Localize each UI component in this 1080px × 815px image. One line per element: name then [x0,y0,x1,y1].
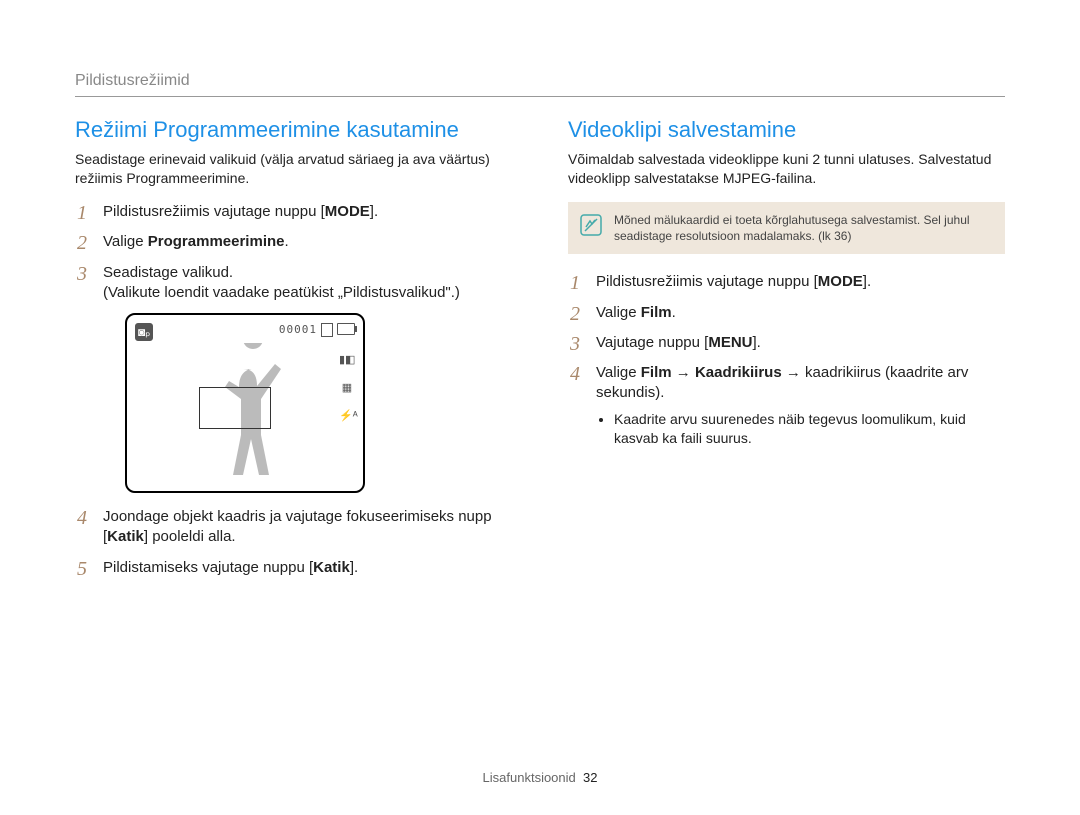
mode-button-label: MODE [325,203,370,220]
step-1: Pildistusrežiimis vajutage nuppu [MODE]. [75,202,512,222]
step-4: Valige Film → Kaadrikiirus → kaadrikiiru… [568,363,1005,447]
page-footer: Lisafunktsioonid 32 [0,769,1080,787]
step-3: Seadistage valikud. (Valikute loendit va… [75,263,512,494]
intro-text: Võimaldab salvestada videoklippe kuni 2 … [568,150,1005,188]
flash-icon: ⚡ᴬ [339,409,355,423]
right-column: Videoklipi salvestamine Võimaldab salves… [568,115,1005,588]
steps-list-left: Pildistusrežiimis vajutage nuppu [MODE].… [75,202,512,578]
step-text: Pildistusrežiimis vajutage nuppu [ [103,203,325,220]
menu-button-label: MENU [708,334,752,351]
manual-page: Pildistusrežiimid Režiimi Programmeerimi… [0,0,1080,815]
camera-mode-icon: ◙ₚ [135,323,153,341]
step-4-sub-item: Kaadrite arvu suurenedes näib tegevus lo… [614,410,1005,448]
section-title-program-mode: Režiimi Programmeerimine kasutamine [75,115,512,145]
step-3: Vajutage nuppu [MENU]. [568,333,1005,353]
film-mode-label: Film [641,304,672,321]
footer-label: Lisafunktsioonid [483,770,576,785]
focus-frame [199,387,271,429]
screen-right-icons: ▮◧ ▦ ⚡ᴬ [339,353,355,423]
step-4-sublist: Kaadrite arvu suurenedes näib tegevus lo… [614,410,1005,448]
metering-icon: ▦ [339,381,355,395]
note-text: Mõned mälukaardid ei toeta kõrglahutuseg… [614,212,993,244]
step-1: Pildistusrežiimis vajutage nuppu [MODE]. [568,272,1005,292]
breadcrumb: Pildistusrežiimid [75,70,1005,92]
section-title-video: Videoklipi salvestamine [568,115,1005,145]
intro-text: Seadistage erinevaid valikuid (välja arv… [75,150,512,188]
camera-screen-illustration: ◙ₚ 00001 ▮◧ ▦ ⚡ᴬ [125,313,365,493]
left-column: Režiimi Programmeerimine kasutamine Sead… [75,115,512,588]
step-2: Valige Film. [568,303,1005,323]
image-size-icon: ▮◧ [339,353,355,367]
note-icon [580,214,602,236]
step-3-sub: (Valikute loendit vaadake peatükist „Pil… [103,283,512,303]
shutter-button-label: Katik [107,528,144,545]
step-2: Valige Programmeerimine. [75,232,512,252]
steps-list-right: Pildistusrežiimis vajutage nuppu [MODE].… [568,272,1005,447]
step-5: Pildistamiseks vajutage nuppu [Katik]. [75,558,512,578]
two-column-layout: Režiimi Programmeerimine kasutamine Sead… [75,115,1005,588]
page-number: 32 [583,770,597,785]
divider [75,96,1005,97]
note-box: Mõned mälukaardid ei toeta kõrglahutuseg… [568,202,1005,254]
mode-button-label: MODE [818,273,863,290]
step-4: Joondage objekt kaadris ja vajutage foku… [75,507,512,548]
frame-counter: 00001 [279,323,317,338]
battery-icon [337,323,355,335]
mode-name: Programmeerimine [148,233,285,250]
shutter-button-label: Katik [313,559,350,576]
sd-card-icon [321,323,333,337]
